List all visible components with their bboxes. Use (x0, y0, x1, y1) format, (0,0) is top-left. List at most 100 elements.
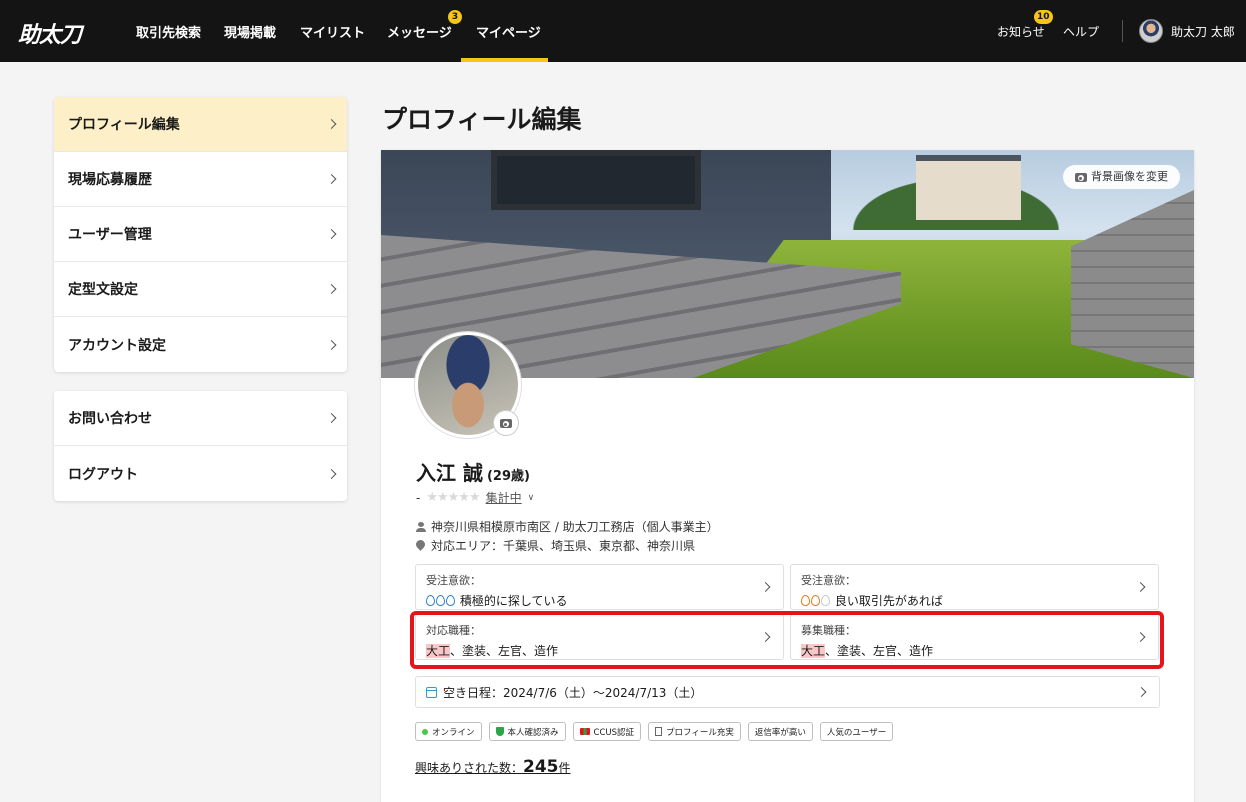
location-pin-icon (416, 540, 425, 551)
messages-badge: 3 (448, 10, 462, 24)
online-dot-icon (422, 728, 428, 735)
company-text: 神奈川県相模原市南区 / 助太刀工務店（個人事業主） (431, 520, 719, 534)
chevron-right-icon (326, 413, 337, 423)
profile-name: 入江 誠 (416, 461, 483, 485)
tag-ccus: CCUS認証 (572, 722, 642, 741)
profile-card: 背景画像を変更 入江 誠 (29歳) - ★★★★★ 集計中 ∨ 神奈川県相模原市… (381, 150, 1194, 802)
chevron-right-icon (326, 339, 337, 350)
ccus-logo-icon (579, 728, 590, 735)
calendar-icon (426, 686, 437, 698)
order-will-value-row: 積極的に探している (426, 592, 783, 609)
change-background-button[interactable]: 背景画像を変更 (1063, 165, 1180, 189)
rating-status-link[interactable]: 集計中 (486, 489, 522, 506)
sidebar-item-user-management[interactable]: ユーザー管理 (54, 207, 347, 262)
drop-icon (821, 595, 830, 606)
sidebar-menu-secondary: お問い合わせ ログアウト (54, 391, 347, 501)
sidebar-item-label: プロフィール編集 (68, 117, 180, 133)
tag-verified: 本人確認済み (488, 722, 566, 741)
drop-icon (446, 595, 455, 606)
tag-label: プロフィール充実 (666, 727, 734, 738)
nav-item-site-posting[interactable]: 現場掲載 (224, 22, 276, 41)
chevron-right-icon (326, 174, 337, 184)
area-info: 対応エリア：千葉県、埼玉県、東京都、神奈川県 (416, 537, 695, 554)
drop-icon (436, 595, 445, 606)
tag-online: オンライン (415, 722, 482, 741)
recruit-will-box[interactable]: 受注意欲： 良い取引先があれば (790, 564, 1159, 610)
chevron-right-icon (326, 229, 337, 239)
sidebar-item-template-settings[interactable]: 定型文設定 (54, 262, 347, 317)
nav-item-partner-search[interactable]: 取引先検索 (136, 22, 201, 41)
sidebar-item-label: お問い合わせ (68, 411, 152, 427)
tag-label: 人気のユーザー (826, 727, 887, 738)
profile-name-row: 入江 誠 (29歳) (416, 457, 530, 486)
top-nav: 助太刀 取引先検索 現場掲載 マイリスト メッセージ 3 マイページ お知らせ … (0, 0, 1246, 62)
sidebar-item-label: ユーザー管理 (68, 227, 152, 243)
badge-list: オンライン 本人確認済み CCUS認証 プロフィール充実 返信率が高い 人気のユ… (415, 722, 894, 741)
nav-item-messages[interactable]: メッセージ (387, 22, 452, 41)
interest-unit: 件 (558, 761, 571, 775)
recruit-will-label: 受注意欲： (801, 574, 856, 587)
change-background-label: 背景画像を変更 (1091, 170, 1168, 183)
interest-count[interactable]: 興味ありされた数：245件 (415, 757, 571, 777)
sidebar-item-application-history[interactable]: 現場応募履歴 (54, 152, 347, 207)
notifications-link[interactable]: お知らせ (997, 23, 1045, 40)
order-will-box[interactable]: 受注意欲： 積極的に探している (415, 564, 784, 610)
sidebar-item-label: ログアウト (68, 466, 138, 483)
schedule-text: 空き日程：2024/7/6（土）〜2024/7/13（土） (443, 685, 703, 700)
chevron-down-icon[interactable]: ∨ (528, 493, 535, 503)
schedule-row[interactable]: 空き日程：2024/7/6（土）〜2024/7/13（土） (415, 676, 1160, 708)
order-will-value: 積極的に探している (459, 594, 568, 608)
sidebar-item-label: アカウント設定 (68, 337, 166, 354)
change-avatar-button[interactable] (493, 410, 519, 436)
drop-icon (426, 595, 435, 606)
cover-house (916, 155, 1021, 220)
user-avatar[interactable] (1139, 19, 1163, 43)
tag-label: 返信率が高い (754, 727, 806, 738)
user-name[interactable]: 助太刀 太郎 (1171, 23, 1235, 40)
app-logo[interactable]: 助太刀 (18, 17, 82, 49)
cover-window (491, 150, 701, 210)
shield-check-icon (495, 727, 504, 736)
chevron-right-icon (326, 119, 337, 129)
rating-prefix: - (416, 490, 421, 505)
nav-item-mypage[interactable]: マイページ (476, 22, 541, 41)
tag-popular: 人気のユーザー (819, 722, 894, 741)
sidebar-item-logout[interactable]: ログアウト (54, 446, 347, 501)
chevron-right-icon (326, 468, 337, 479)
sidebar-menu-main: プロフィール編集 現場応募履歴 ユーザー管理 定型文設定 アカウント設定 (54, 97, 347, 372)
help-link[interactable]: ヘルプ (1063, 23, 1099, 40)
camera-icon (1075, 173, 1087, 182)
camera-icon (500, 419, 512, 428)
sidebar-item-account-settings[interactable]: アカウント設定 (54, 317, 347, 372)
page-title: プロフィール編集 (382, 105, 582, 134)
drop-icon (811, 595, 820, 606)
sidebar-item-profile-edit[interactable]: プロフィール編集 (54, 97, 347, 152)
recruit-will-value-row: 良い取引先があれば (801, 592, 1158, 609)
company-info: 神奈川県相模原市南区 / 助太刀工務店（個人事業主） (416, 518, 719, 535)
tag-label: CCUS認証 (593, 727, 635, 738)
tag-high-reply: 返信率が高い (747, 722, 813, 741)
profile-age: (29歳) (486, 469, 530, 484)
sidebar-item-label: 定型文設定 (68, 282, 138, 298)
cover-image: 背景画像を変更 (381, 150, 1194, 378)
nav-item-mylist[interactable]: マイリスト (300, 22, 365, 41)
rating-row: - ★★★★★ 集計中 ∨ (416, 489, 534, 506)
interest-label: 興味ありされた数： (415, 761, 524, 775)
nav-divider (1122, 20, 1123, 42)
tag-profile-complete: プロフィール充実 (648, 722, 741, 741)
person-icon (416, 522, 426, 532)
star-rating-icon: ★★★★★ (426, 490, 480, 505)
recruit-will-value: 良い取引先があれば (834, 594, 943, 608)
order-will-label: 受注意欲： (426, 574, 481, 587)
interest-number: 245 (523, 757, 559, 777)
area-text: 対応エリア：千葉県、埼玉県、東京都、神奈川県 (431, 539, 696, 553)
chevron-right-icon (1136, 687, 1147, 697)
nav-active-indicator (461, 58, 548, 62)
notifications-badge: 10 (1034, 10, 1053, 24)
tag-label: オンライン (432, 727, 475, 738)
sidebar-item-label: 現場応募履歴 (68, 172, 152, 188)
document-icon (655, 727, 663, 736)
sidebar-item-contact[interactable]: お問い合わせ (54, 391, 347, 446)
chevron-right-icon (326, 284, 337, 294)
highlight-frame (410, 611, 1164, 669)
